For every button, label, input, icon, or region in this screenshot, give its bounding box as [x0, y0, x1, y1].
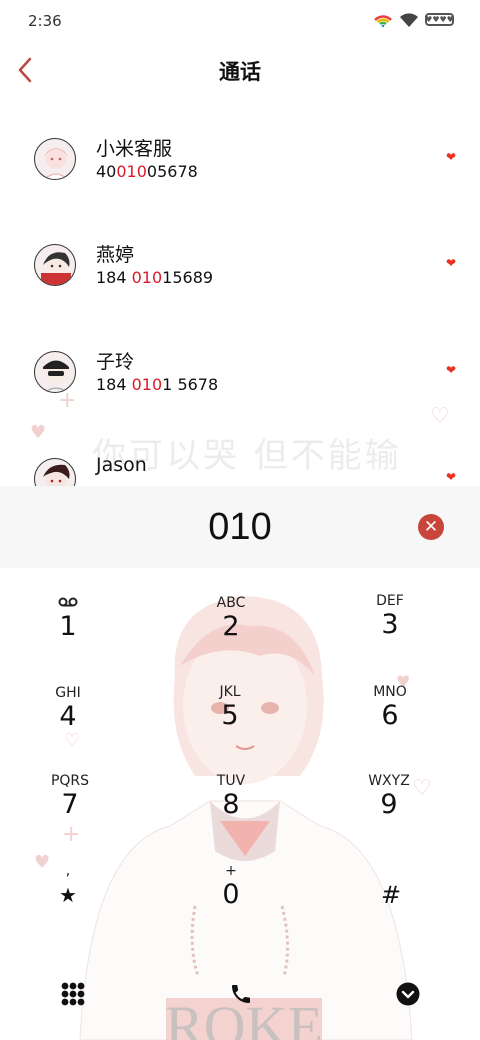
status-time: 2:36 — [28, 12, 62, 30]
heart-icon: ❤ — [446, 256, 457, 270]
key-digit: 4 — [59, 701, 77, 732]
call-button[interactable] — [211, 974, 271, 1014]
battery-level: ♥♥♥♥ — [425, 14, 454, 24]
key-8[interactable]: TUV 8 — [181, 772, 281, 848]
avatar — [34, 138, 76, 180]
heart-outline-decoration-icon: ♡ — [430, 404, 450, 429]
number-suffix: 15689 — [162, 268, 214, 287]
contact-item[interactable]: 小米客服 4001005678 ❤ — [0, 126, 480, 196]
battery-icon: ♥♥♥♥ — [425, 12, 454, 26]
avatar — [34, 351, 76, 393]
contact-item[interactable]: 燕婷 184 01015689 ❤ — [0, 232, 480, 302]
contact-name: 燕婷 — [96, 244, 135, 266]
status-bar: 2:36 ♥♥♥♥ — [0, 0, 480, 42]
status-icons: ♥♥♥♥ — [373, 11, 454, 27]
number-prefix: 184 — [96, 268, 132, 287]
page-title: 通话 — [219, 60, 261, 84]
clear-button[interactable]: ✕ — [418, 514, 444, 540]
star-icon: ★ — [59, 883, 77, 907]
key-digit: 9 — [380, 789, 398, 820]
header: 通话 — [0, 48, 480, 92]
key-letters: PQRS — [50, 773, 90, 789]
key-3[interactable]: DEF 3 — [340, 592, 440, 668]
avatar — [34, 244, 76, 286]
key-digit: # — [380, 881, 402, 909]
key-digit: 7 — [61, 789, 79, 820]
key-9[interactable]: WXYZ 9 — [339, 772, 439, 848]
key-letters: GHI — [55, 685, 81, 701]
number-match: 010 — [131, 268, 163, 287]
key-letters: TUV — [216, 773, 246, 789]
key-letters: + — [225, 863, 237, 879]
key-5[interactable]: JKL 5 — [180, 683, 280, 759]
wifi-icon — [400, 13, 418, 27]
cellular-signal-icon — [374, 15, 392, 27]
contact-name: 小米客服 — [96, 138, 173, 160]
heart-icon: ❤ — [446, 150, 457, 164]
key-7[interactable]: PQRS 7 — [20, 772, 120, 848]
dialed-number: 010 — [208, 506, 272, 548]
key-digit: 8 — [222, 789, 240, 820]
dial-display: 010 ✕ — [0, 486, 480, 568]
close-icon: ✕ — [423, 517, 439, 537]
number-suffix: 05678 — [146, 162, 198, 181]
key-0[interactable]: + 0 — [181, 862, 281, 938]
number-suffix: 1 5678 — [162, 375, 219, 394]
contact-number: 184 01015689 — [96, 268, 213, 287]
contact-number: 4001005678 — [96, 162, 198, 181]
key-6[interactable]: MNO 6 — [340, 683, 440, 759]
key-letters: ABC — [216, 595, 246, 611]
key-digit: 1 — [59, 611, 77, 642]
key-letters: , — [65, 863, 71, 879]
key-letters: DEF — [376, 593, 404, 609]
key-2[interactable]: ABC 2 — [181, 594, 281, 670]
collapse-down-icon — [396, 982, 420, 1006]
contact-name: 子玲 — [96, 351, 135, 373]
collapse-button[interactable] — [378, 974, 438, 1014]
phone-call-icon — [232, 985, 250, 1003]
heart-decoration-icon: ♥ — [30, 422, 47, 443]
keypad-toggle-button[interactable] — [43, 974, 103, 1014]
heart-icon: ❤ — [446, 363, 457, 377]
key-1[interactable]: 1 — [18, 594, 118, 670]
dialer-panel: ROKE ♡ ♥ ♡ + ♥ 010 ✕ 1 ABC 2 DEF 3 GHI 4… — [0, 486, 480, 1040]
key-letters: MNO — [373, 684, 407, 700]
number-match: 010 — [131, 375, 163, 394]
number-prefix: 184 — [96, 375, 132, 394]
key-digit: 5 — [221, 700, 239, 731]
key-4[interactable]: GHI 4 — [18, 684, 118, 760]
key-digit: 2 — [222, 611, 240, 642]
key-letters: JKL — [219, 684, 241, 700]
number-prefix: 40 — [96, 162, 117, 181]
key-digit: 0 — [222, 879, 240, 910]
key-digit: 6 — [381, 700, 399, 731]
key-hash[interactable]: # — [341, 862, 441, 938]
voicemail-icon — [18, 594, 118, 612]
contact-number: 184 0101 5678 — [96, 375, 218, 394]
number-match: 010 — [116, 162, 147, 181]
keypad-grid-icon — [61, 982, 85, 1006]
key-star[interactable]: , ★ — [18, 862, 118, 938]
key-letters — [341, 862, 441, 880]
heart-icon: ❤ — [446, 470, 457, 484]
plus-decoration-icon: + — [58, 388, 77, 413]
key-letters: WXYZ — [368, 773, 410, 789]
key-digit: 3 — [381, 609, 399, 640]
watermark-text: 你可以哭 但不能输 — [92, 436, 402, 476]
